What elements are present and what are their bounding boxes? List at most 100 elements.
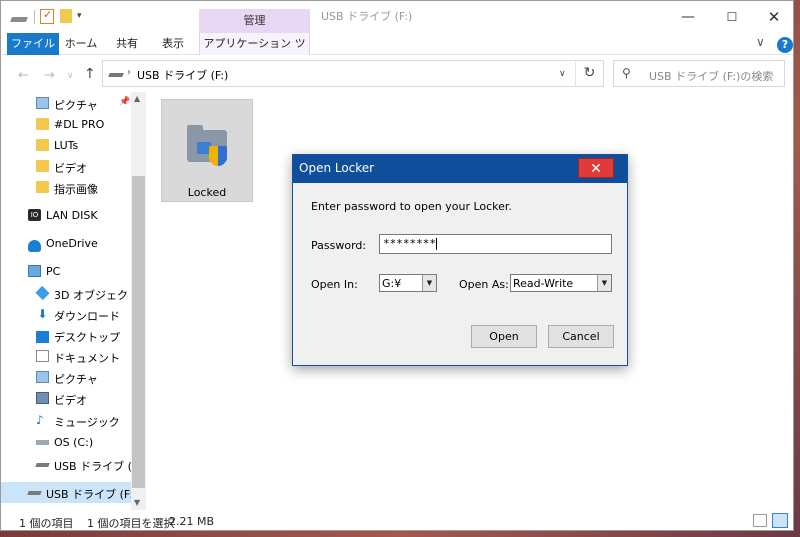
- folder-icon: [36, 160, 49, 172]
- onedrive-icon: [28, 240, 41, 252]
- 3d-objects-icon: [35, 285, 50, 301]
- address-dropdown-icon[interactable]: ∨: [559, 69, 566, 79]
- nav-item-luts[interactable]: LUTs: [1, 135, 131, 156]
- usb-drive-icon: [36, 458, 49, 470]
- breadcrumb-separator-icon[interactable]: ›: [127, 67, 131, 78]
- properties-icon[interactable]: [40, 8, 54, 24]
- tab-application-tools[interactable]: アプリケーション ツール: [199, 33, 310, 72]
- minimize-button[interactable]: —: [665, 3, 711, 31]
- search-input[interactable]: ⚲ USB ドライブ (F:)の検索: [613, 60, 785, 87]
- manage-tab[interactable]: 管理: [199, 9, 310, 33]
- nav-item-label: 3D オブジェクト: [54, 289, 139, 302]
- nav-item-label: 指示画像: [54, 183, 98, 196]
- dialog-title: Open Locker: [299, 161, 375, 175]
- text-caret: [435, 238, 437, 250]
- file-item-label: Locked: [187, 186, 227, 199]
- nav-item-label: ドキュメント: [54, 352, 120, 365]
- dialog-title-bar: Open Locker ✕: [293, 155, 627, 183]
- pin-icon[interactable]: 📌: [119, 97, 130, 107]
- shield-icon: [209, 146, 227, 166]
- dialog-close-button[interactable]: ✕: [578, 158, 614, 178]
- file-item-locked[interactable]: Locked: [161, 99, 253, 202]
- nav-item-videos[interactable]: ビデオ: [1, 388, 131, 409]
- open-as-select[interactable]: Read-Write ▼: [510, 274, 612, 292]
- breadcrumb[interactable]: USB ドライブ (F:): [137, 67, 228, 83]
- maximize-button[interactable]: ☐: [709, 3, 755, 31]
- tab-file[interactable]: ファイル: [7, 33, 59, 55]
- open-in-select[interactable]: G:¥ ▼: [379, 274, 437, 292]
- large-icons-view-icon[interactable]: [772, 513, 788, 528]
- dialog-message: Enter password to open your Locker.: [311, 200, 512, 213]
- help-icon[interactable]: ?: [777, 37, 793, 53]
- password-value: ********: [383, 237, 436, 250]
- desktop-icon: [36, 331, 49, 343]
- nav-item-dl-pro[interactable]: #DL PRO: [1, 114, 131, 135]
- details-view-icon[interactable]: [753, 514, 767, 527]
- nav-item-downloads[interactable]: ⬇ ダウンロード: [1, 304, 131, 325]
- new-folder-icon[interactable]: [60, 9, 72, 23]
- selection-count: 1 個の項目を選択: [87, 517, 175, 530]
- scroll-down-icon[interactable]: ▼: [134, 498, 140, 507]
- search-icon: ⚲: [622, 66, 631, 80]
- nav-item-label: OS (C:): [54, 436, 94, 449]
- nav-item-label: OneDrive: [46, 237, 98, 250]
- address-row: ← → ∨ ↑ › USB ドライブ (F:) ∨ ↻ ⚲ USB ドライブ (…: [1, 56, 793, 92]
- nav-item-desktop[interactable]: デスクトップ: [1, 325, 131, 346]
- open-in-value: G:¥: [382, 277, 402, 290]
- nav-item-os-c[interactable]: OS (C:): [1, 432, 131, 453]
- nav-item-pc[interactable]: PC: [1, 261, 131, 282]
- nav-item-label: PC: [46, 265, 61, 278]
- nav-item-instruction-images[interactable]: 指示画像: [1, 177, 131, 198]
- nav-item-usb-f[interactable]: USB ドライブ (F:): [1, 454, 145, 475]
- drive-icon: [108, 73, 124, 77]
- chevron-down-icon[interactable]: ▼: [597, 275, 611, 291]
- quick-access-separator: [34, 10, 35, 24]
- cancel-button[interactable]: Cancel: [548, 325, 614, 348]
- scroll-up-icon[interactable]: ▲: [134, 94, 140, 103]
- back-button[interactable]: ←: [18, 68, 29, 83]
- nav-item-video-folder[interactable]: ビデオ: [1, 156, 131, 177]
- password-label: Password:: [311, 239, 367, 252]
- customize-quick-access-icon[interactable]: ▾: [77, 11, 82, 27]
- forward-button[interactable]: →: [44, 68, 55, 83]
- nav-item-usb-f-selected[interactable]: USB ドライブ (F:): [1, 482, 145, 503]
- recent-locations-button[interactable]: ∨: [67, 71, 74, 81]
- nav-item-pictures-quick[interactable]: ピクチャ 📌: [1, 93, 131, 114]
- open-in-label: Open In:: [311, 278, 358, 291]
- up-button[interactable]: ↑: [84, 66, 96, 82]
- nav-item-pictures[interactable]: ピクチャ: [1, 367, 131, 388]
- tab-view[interactable]: 表示: [153, 33, 193, 55]
- navigation-scrollbar[interactable]: ▲ ▼: [131, 92, 146, 510]
- close-button[interactable]: ✕: [751, 3, 797, 31]
- nav-item-label: USB ドライブ (F:): [46, 488, 138, 501]
- nav-item-music[interactable]: ♪ ミュージック: [1, 410, 131, 431]
- videos-icon: [36, 392, 49, 404]
- nav-item-label: ビデオ: [54, 162, 87, 175]
- nav-item-label: #DL PRO: [54, 118, 105, 131]
- open-button[interactable]: Open: [471, 325, 537, 348]
- password-field[interactable]: ********: [379, 234, 612, 254]
- ribbon-collapse-icon[interactable]: ∨: [756, 35, 765, 49]
- nav-item-label: ミュージック: [54, 416, 120, 429]
- nav-item-onedrive[interactable]: OneDrive: [1, 233, 131, 254]
- tab-share[interactable]: 共有: [109, 33, 145, 55]
- refresh-button[interactable]: ↻: [575, 61, 603, 86]
- nav-item-lan-disk[interactable]: IO LAN DISK: [1, 205, 131, 226]
- nav-item-label: LAN DISK: [46, 209, 98, 222]
- scrollbar-thumb[interactable]: [132, 176, 145, 488]
- usb-drive-icon: [28, 486, 41, 498]
- pictures-icon: [36, 371, 49, 383]
- nav-item-label: ピクチャ: [54, 99, 98, 112]
- nav-item-3d-objects[interactable]: 3D オブジェクト: [1, 283, 139, 304]
- nav-item-documents[interactable]: ドキュメント: [1, 346, 131, 367]
- folder-icon: [36, 118, 49, 130]
- open-locker-dialog: Open Locker ✕ Enter password to open you…: [292, 154, 628, 366]
- os-drive-icon: [36, 436, 49, 448]
- nav-item-label: ピクチャ: [54, 373, 98, 386]
- nav-item-label: LUTs: [54, 139, 79, 152]
- ribbon: ファイル ホーム 共有 表示 アプリケーション ツール ∨ ?: [1, 33, 793, 72]
- nav-item-label: ダウンロード: [54, 310, 120, 323]
- address-bar[interactable]: › USB ドライブ (F:) ∨ ↻: [102, 60, 604, 87]
- tab-home[interactable]: ホーム: [61, 33, 101, 55]
- chevron-down-icon[interactable]: ▼: [422, 275, 436, 291]
